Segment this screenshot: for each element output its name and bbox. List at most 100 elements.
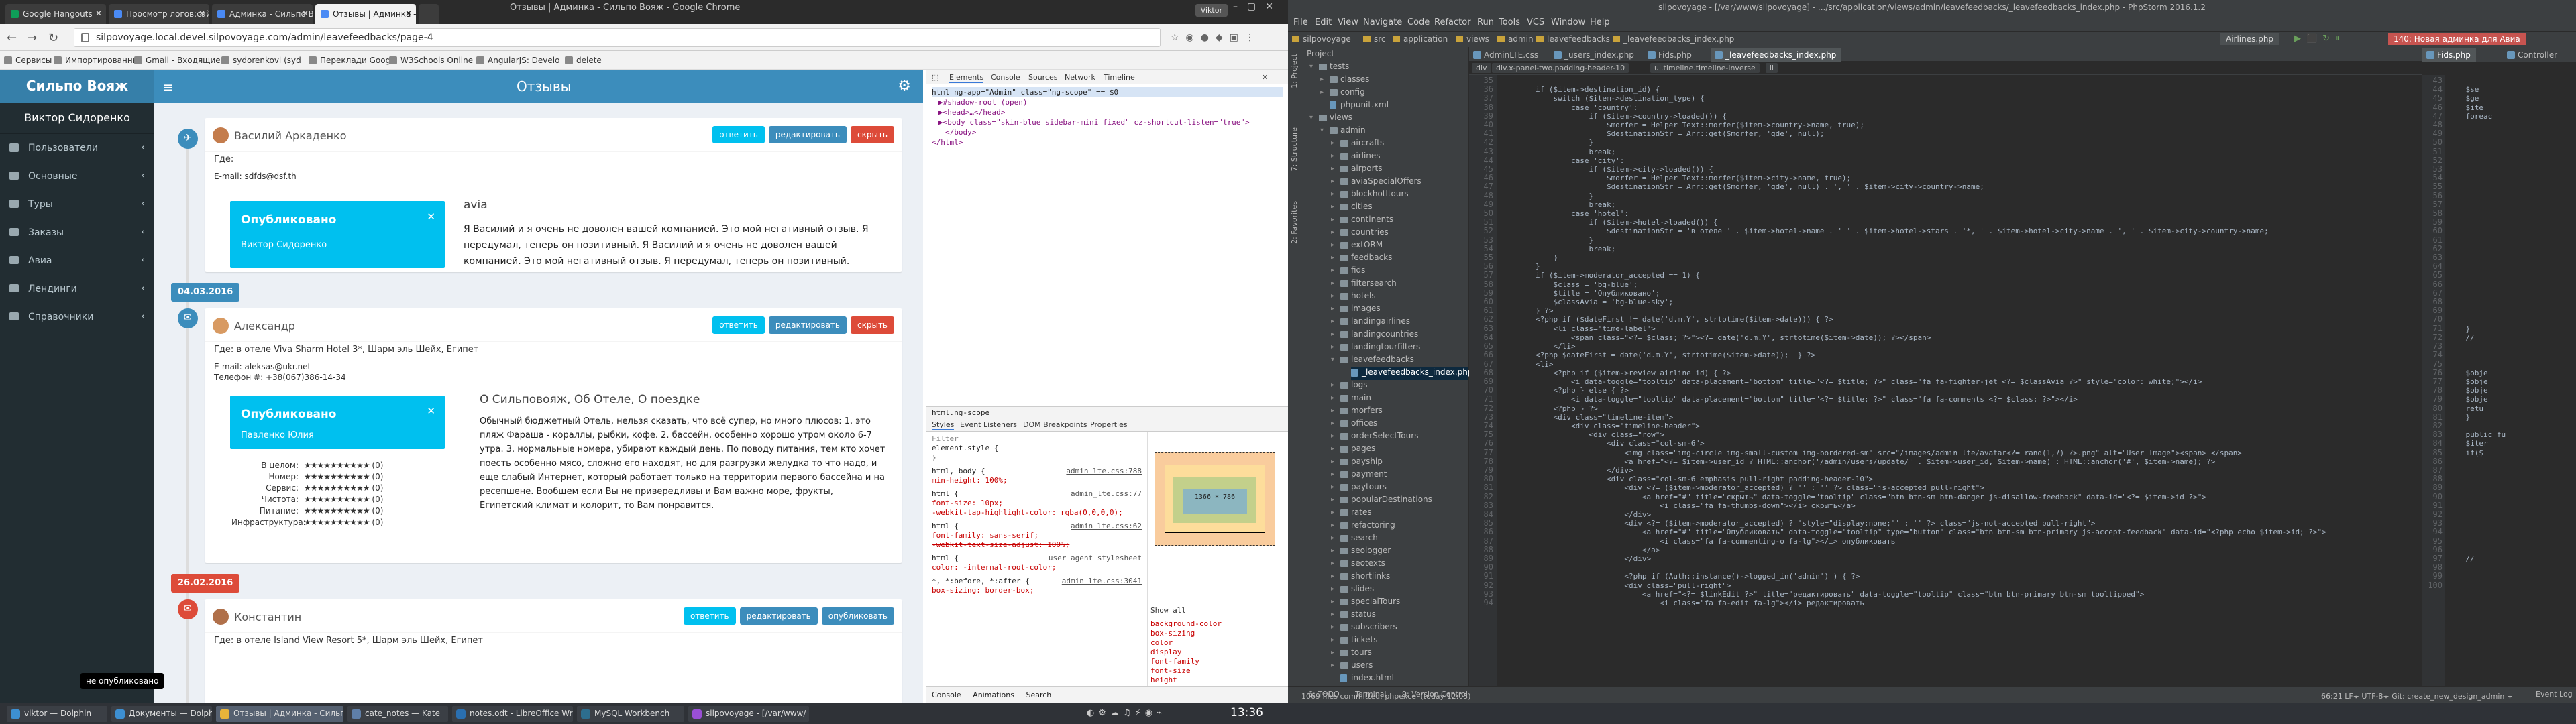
sidebar-item-users[interactable]: Пользователи ‹	[0, 134, 154, 162]
dom-node[interactable]: ▶<head>…</head>	[932, 107, 1283, 117]
code-line[interactable]	[2448, 147, 2576, 156]
tree-folder[interactable]: ▸ rates	[1331, 507, 1372, 520]
code-line[interactable]: $ite	[2448, 103, 2576, 112]
bookmark-w3schools[interactable]: W3Schools Online	[389, 56, 473, 65]
sidebar-item-orders[interactable]: Заказы ‹	[0, 219, 154, 247]
profile-button[interactable]: Viktor	[1195, 4, 1228, 17]
computed-prop[interactable]: font-family	[1150, 657, 1285, 666]
code-line[interactable]: $classAvia = 'bg-blue-sky';	[1500, 298, 2422, 306]
menu-toggle-icon[interactable]: ≡	[162, 79, 174, 95]
code-line[interactable]	[2448, 483, 2576, 492]
dom-node[interactable]: ▶#shadow-root (open)	[932, 97, 1283, 107]
tree-folder[interactable]: ▸ filtersearch	[1331, 278, 1397, 291]
editor-tab[interactable]: _users_index.php	[1550, 48, 1640, 62]
code-line[interactable]	[2448, 227, 2576, 235]
chevron-right-icon[interactable]: ▸	[1331, 216, 1334, 223]
code-line[interactable]: retu	[2448, 404, 2576, 413]
code-line[interactable]: <?php if ($item->review_airline_id) { ?>	[1500, 369, 2422, 377]
chevron-right-icon[interactable]: ▸	[1331, 649, 1334, 656]
tree-folder[interactable]: ▸ payship	[1331, 457, 1383, 469]
nav-crumb[interactable]: src	[1363, 34, 1386, 44]
code-line[interactable]: <span class="<?= $class; ?>"><?= date('d…	[1500, 333, 2422, 342]
menu-window[interactable]: Window	[1551, 17, 1585, 27]
code-line[interactable]	[2448, 572, 2576, 581]
menu-refactor[interactable]: Refactor	[1434, 17, 1471, 27]
tab-console[interactable]: Console	[991, 73, 1020, 82]
chevron-right-icon[interactable]: ▸	[1331, 407, 1334, 414]
editor-tab-active[interactable]: _leavefeedbacks_index.php	[1711, 48, 1842, 62]
chevron-right-icon[interactable]: ▸	[1331, 330, 1334, 338]
chevron-right-icon[interactable]: ▸	[1331, 636, 1334, 644]
code-line[interactable]: <a href="#" title="скрыть" data-toggle="…	[1500, 493, 2422, 501]
code-line[interactable]: <i data-toggle="tooltip" data-placement=…	[1500, 395, 2422, 404]
code-line[interactable]	[2448, 315, 2576, 324]
chevron-right-icon[interactable]: ▸	[1331, 522, 1334, 529]
sidebar-item-references[interactable]: Справочники ‹	[0, 303, 154, 331]
code-line[interactable]: <div <?= ($item->moderator_accepted) ? '…	[1500, 483, 2422, 492]
tree-folder[interactable]: ▸ seologger	[1331, 546, 1391, 558]
tree-folder[interactable]: ▸ aviaSpecialOffers	[1331, 176, 1421, 189]
dom-breadcrumb[interactable]: html.ng-scope	[926, 406, 1288, 418]
code-line[interactable]: </div>	[1500, 510, 2422, 519]
menu-run[interactable]: Run	[1477, 17, 1494, 27]
menu-help[interactable]: Help	[1590, 17, 1610, 27]
code-line[interactable]	[2448, 563, 2576, 572]
tree-folder[interactable]: ▸ pages	[1331, 444, 1375, 457]
code-line[interactable]: break;	[1500, 147, 2422, 156]
project-panel-header[interactable]: Project	[1301, 47, 1468, 60]
code-line[interactable]	[2448, 129, 2576, 138]
system-tray[interactable]: ◐⚙☁♫⚡◉⌁	[1087, 708, 1166, 718]
chevron-right-icon[interactable]: ▸	[1331, 139, 1334, 147]
tree-folder[interactable]: ▸ classes	[1320, 74, 1369, 87]
tab-event-listeners[interactable]: Event Listeners	[960, 420, 1017, 429]
code-line[interactable]	[2448, 519, 2576, 528]
browser-tab-logs[interactable]: Просмотр логов:сайта✕	[109, 4, 209, 24]
tree-folder[interactable]: ▾ views	[1309, 113, 1352, 125]
chevron-right-icon[interactable]: ▸	[1331, 318, 1334, 325]
code-line[interactable]: <?php } else { ?>	[1500, 386, 2422, 395]
code-line[interactable]: $obje	[2448, 377, 2576, 386]
code-line[interactable]: case 'city':	[1500, 156, 2422, 165]
page-info-icon[interactable]	[81, 33, 89, 42]
editor-tab[interactable]: Controller	[2503, 48, 2563, 62]
styles-pane[interactable]: Filter element.style { } html, body {adm…	[926, 432, 1148, 686]
close-tab-icon[interactable]: ✕	[199, 9, 205, 18]
address-bar[interactable]: silpovoyage.local.devel.silpovoyage.com/…	[74, 28, 1161, 47]
bookmark-sydorenkovl[interactable]: sydorenkovl (syd	[221, 56, 301, 65]
close-devtools-icon[interactable]: ✕	[1262, 73, 1268, 82]
tree-folder[interactable]: ▸ subscribers	[1331, 622, 1397, 635]
bookmark-imported[interactable]: Импортированны	[54, 56, 139, 65]
code-line[interactable]: case 'hotel':	[1500, 209, 2422, 218]
author-link[interactable]: Василий Аркаденко	[234, 129, 346, 142]
tree-file[interactable]: _leavefeedbacks_index.php	[1351, 367, 1472, 380]
menu-vcs[interactable]: VCS	[1527, 17, 1544, 27]
window-controls[interactable]: –▢✕	[1233, 1, 1283, 12]
chevron-right-icon[interactable]: ▸	[1331, 267, 1334, 274]
menu-view[interactable]: View	[1338, 17, 1358, 27]
chevron-right-icon[interactable]: ▸	[1331, 623, 1334, 631]
code-line[interactable]: <a href="<?= $linkEdit ?>" title="редакт…	[1500, 590, 2422, 599]
tab-sources[interactable]: Sources	[1028, 73, 1058, 82]
chevron-right-icon[interactable]: ▸	[1331, 305, 1334, 312]
new-tab-button[interactable]	[419, 4, 439, 24]
code-line[interactable]: }	[2448, 413, 2576, 422]
code-line[interactable]: if ($item->city->loaded()) {	[1500, 165, 2422, 174]
bookmark-apps[interactable]: Сервисы	[4, 56, 52, 65]
close-tab-icon[interactable]: ✕	[302, 9, 309, 18]
code-line[interactable]	[2448, 192, 2576, 200]
tree-folder[interactable]: ▸ continents	[1331, 215, 1393, 227]
chevron-right-icon[interactable]: ▸	[1331, 432, 1334, 440]
nav-crumb[interactable]: leavefeedbacks	[1536, 34, 1610, 44]
chevron-right-icon[interactable]: ▸	[1331, 178, 1334, 185]
tree-folder[interactable]: ▸ airports	[1331, 164, 1382, 176]
code-line[interactable]	[2448, 528, 2576, 536]
nav-crumb[interactable]: _leavefeedbacks_index.php	[1613, 34, 1734, 44]
html-crumb[interactable]: div	[1472, 63, 1491, 73]
code-line[interactable]	[2448, 510, 2576, 519]
run-icons[interactable]: ▶⬛↻⏸	[2294, 34, 2345, 44]
tab-properties[interactable]: Properties	[1090, 420, 1128, 429]
nav-crumb[interactable]: admin	[1497, 34, 1534, 44]
code-line[interactable]	[2448, 182, 2576, 191]
chevron-right-icon[interactable]: ▸	[1331, 254, 1334, 261]
tree-folder[interactable]: ▸ specialTours	[1331, 597, 1400, 609]
